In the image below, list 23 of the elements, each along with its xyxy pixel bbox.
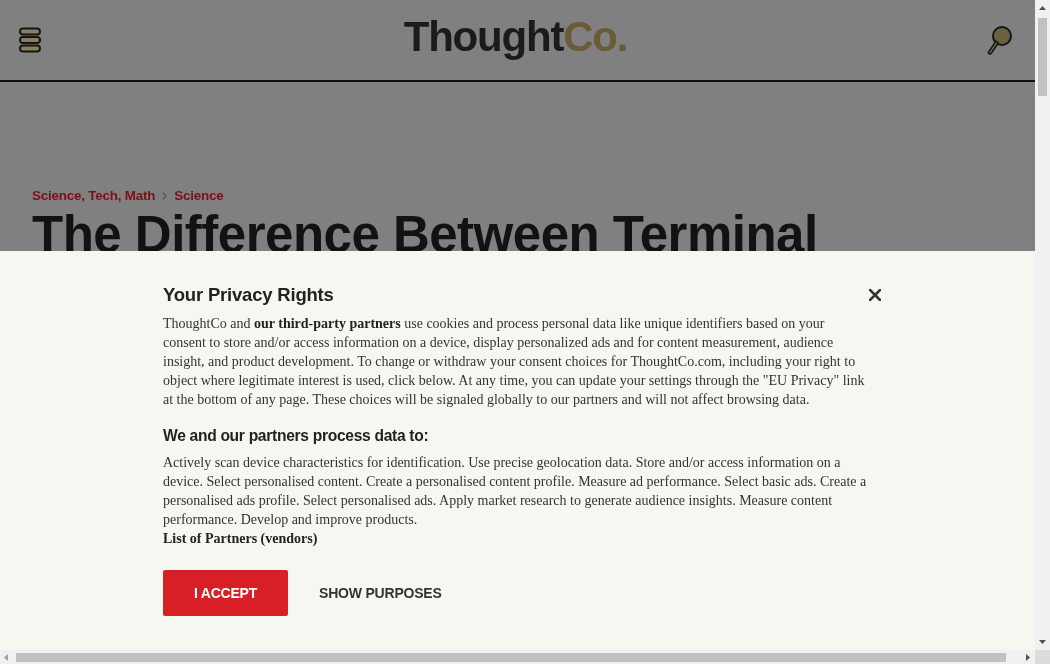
arrow-down-icon[interactable] [1039,640,1046,644]
accept-button[interactable]: I ACCEPT [163,570,288,616]
show-purposes-button[interactable]: SHOW PURPOSES [311,581,450,605]
article-title: The Difference Between Terminal [32,207,818,263]
scrollbar-corner [1035,650,1050,664]
horizontal-scrollbar[interactable] [0,650,1035,664]
menu-icon[interactable] [19,27,41,53]
privacy-text: ThoughtCo and our third-party partners use cookies and process personal data like unique identifiers based on your consent to store and/or access information on a device, display personalized ads and for content measurement, audience insight, and product development. To change or withdraw your consent choices for ThoughtCo.com, including your right to object where legitimate interest is used, click below. At any time, you can update your settings through the "EU Privacy" link at the bottom of any page. These choices will be signaled globally to our partners and will not affect browsing data. [163,315,866,409]
close-icon[interactable] [869,289,881,301]
dialog-title: Your Privacy Rights [163,283,334,307]
chevron-icon [162,192,168,200]
breadcrumb-link[interactable]: Science [174,187,224,205]
site-logo[interactable]: ThoughtCo. [403,16,628,64]
search-icon[interactable] [987,25,1012,55]
scrollbar-thumb[interactable] [1038,18,1047,96]
arrow-up-icon[interactable] [1039,6,1046,10]
purposes-text: Actively scan device characteristics for identification. Use precise geolocation data. Store and/or access information on a device. Select personalised content. Create a personalised content profile. Measure ad performance. Select basic ads. Create a personalised ads profile. Select personalised ads. Apply market research to generate audience insights. Measure content performance. Develop and improve products. [163,454,868,529]
section-heading: We and our partners process data to: [163,426,429,446]
scrollbar-thumb[interactable] [16,652,1006,662]
breadcrumb-link[interactable]: Science, Tech, Math [32,187,156,205]
vertical-scrollbar[interactable] [1035,0,1050,650]
partners-link[interactable]: List of Partners (vendors) [163,529,318,548]
arrow-right-icon[interactable] [1026,653,1030,661]
